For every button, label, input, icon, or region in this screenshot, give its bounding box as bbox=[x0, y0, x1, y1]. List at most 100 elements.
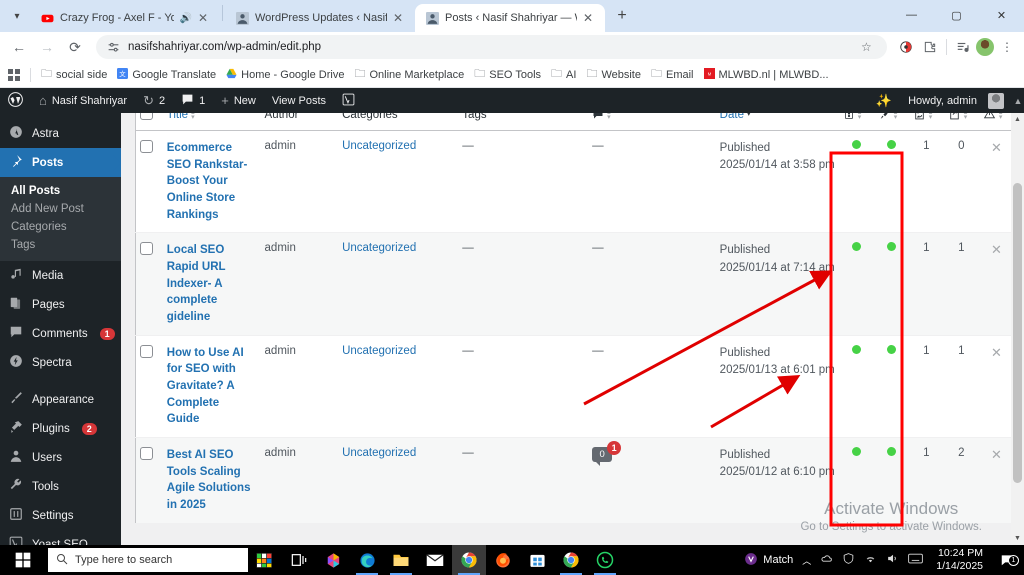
shield-icon[interactable] bbox=[842, 552, 855, 568]
rubiks-cube-icon[interactable] bbox=[248, 545, 282, 575]
row-readability-cell[interactable] bbox=[838, 232, 874, 336]
edge-icon[interactable] bbox=[350, 545, 384, 575]
new-content-menu[interactable]: + New bbox=[213, 88, 264, 113]
post-title-link[interactable]: Local SEO Rapid URL Indexer- A complete … bbox=[167, 242, 255, 325]
view-posts-menu[interactable]: View Posts bbox=[264, 88, 334, 113]
chrome-icon[interactable] bbox=[452, 545, 486, 575]
post-title-link[interactable]: Ecommerce SEO Rankstar- Boost Your Onlin… bbox=[167, 140, 255, 223]
puzzle-extensions-icon[interactable] bbox=[919, 36, 941, 58]
ai-assistant-menu[interactable]: ✨ bbox=[868, 88, 900, 113]
kebab-menu-icon[interactable]: ⋮ bbox=[996, 36, 1018, 58]
bookmark-website[interactable]: 🗀 Website bbox=[586, 65, 641, 84]
browser-tab-wordpress-updates[interactable]: WordPress Updates ‹ Nasif Shah ✕ bbox=[225, 4, 415, 32]
forward-button[interactable]: → bbox=[34, 34, 60, 60]
row-close-cell[interactable]: ✕ bbox=[978, 130, 1014, 234]
row-checkbox-cell[interactable] bbox=[135, 335, 163, 439]
row-seo-cell[interactable] bbox=[873, 130, 909, 234]
scroll-up-arrow-icon[interactable]: ▲ bbox=[1011, 113, 1024, 126]
browser-tab-posts-active[interactable]: Posts ‹ Nasif Shahriyar — Word ✕ bbox=[415, 4, 605, 32]
profile-avatar-icon[interactable] bbox=[976, 38, 994, 56]
table-row[interactable]: How to Use AI for SEO with Gravitate? A … bbox=[135, 335, 1023, 439]
row-seo-cell[interactable] bbox=[873, 232, 909, 336]
mail-icon[interactable] bbox=[418, 545, 452, 575]
tab-mute-icon[interactable]: 🔊 bbox=[180, 13, 192, 24]
bookmark-online-marketplace[interactable]: 🗀 Online Marketplace bbox=[354, 65, 464, 84]
row-checkbox-cell[interactable] bbox=[135, 232, 163, 336]
row-checkbox-cell[interactable] bbox=[135, 437, 163, 524]
post-title-link[interactable]: Best AI SEO Tools Scaling Agile Solution… bbox=[167, 447, 255, 514]
sidebar-item-add-new-post[interactable]: Add New Post bbox=[0, 200, 121, 218]
sidebar-item-spectra[interactable]: Spectra bbox=[0, 348, 121, 377]
sidebar-item-yoast-seo[interactable]: Yoast SEO bbox=[0, 530, 121, 545]
bookmark-google-translate[interactable]: 文 Google Translate bbox=[117, 67, 216, 82]
tune-icon[interactable] bbox=[106, 40, 120, 54]
bookmark-home-google-drive[interactable]: Home - Google Drive bbox=[226, 68, 344, 82]
address-bar[interactable]: nasifshahriyar.com/wp-admin/edit.php ☆ bbox=[96, 35, 887, 59]
table-row[interactable]: Best AI SEO Tools Scaling Agile Solution… bbox=[135, 437, 1023, 524]
row-checkbox-cell[interactable] bbox=[135, 130, 163, 234]
scrollbar-thumb[interactable] bbox=[1013, 183, 1022, 483]
row-checkbox[interactable] bbox=[140, 242, 153, 256]
comments-menu[interactable]: 1 bbox=[173, 88, 213, 113]
sidebar-item-tools[interactable]: Tools bbox=[0, 472, 121, 501]
star-icon[interactable]: ☆ bbox=[861, 40, 877, 54]
chrome-icon[interactable] bbox=[554, 545, 588, 575]
reload-button[interactable]: ⟳ bbox=[62, 34, 88, 60]
taskbar-clock[interactable]: 10:24 PM 1/14/2025 bbox=[932, 547, 987, 573]
minimize-button[interactable]: — bbox=[889, 0, 934, 30]
onedrive-icon[interactable] bbox=[820, 552, 833, 568]
row-seo-cell[interactable] bbox=[873, 437, 909, 524]
sidebar-item-settings[interactable]: Settings bbox=[0, 501, 121, 530]
yoast-menu[interactable] bbox=[334, 88, 363, 113]
volume-icon[interactable] bbox=[886, 552, 899, 568]
office-icon[interactable] bbox=[316, 545, 350, 575]
category-link[interactable]: Uncategorized bbox=[342, 140, 416, 152]
new-tab-button[interactable]: + bbox=[609, 3, 635, 29]
sidebar-item-pages[interactable]: Pages bbox=[0, 290, 121, 319]
taskbar-search-box[interactable]: Type here to search bbox=[48, 548, 248, 572]
sort-arrow-down-icon[interactable]: ▾ bbox=[747, 111, 751, 118]
whatsapp-icon[interactable] bbox=[588, 545, 622, 575]
extension-shield-icon[interactable] bbox=[895, 36, 917, 58]
bookmark-social-side[interactable]: 🗀 social side bbox=[41, 65, 107, 84]
sidebar-item-all-posts[interactable]: All Posts bbox=[0, 182, 121, 200]
sidebar-item-comments[interactable]: Comments 1 bbox=[0, 319, 121, 348]
media-playlist-icon[interactable] bbox=[952, 36, 974, 58]
row-close-cell[interactable]: ✕ bbox=[978, 437, 1014, 524]
chevron-up-icon[interactable]: ︿ bbox=[802, 554, 811, 567]
post-title-link[interactable]: How to Use AI for SEO with Gravitate? A … bbox=[167, 345, 255, 428]
site-name-menu[interactable]: ⌂ Nasif Shahriyar bbox=[31, 88, 135, 113]
row-seo-cell[interactable] bbox=[873, 335, 909, 439]
tab-close-icon[interactable]: ✕ bbox=[393, 12, 407, 24]
sidebar-item-categories[interactable]: Categories bbox=[0, 218, 121, 236]
sidebar-item-plugins[interactable]: Plugins 2 bbox=[0, 414, 121, 443]
bookmark-seo-tools[interactable]: 🗀 SEO Tools bbox=[474, 65, 541, 84]
apps-grid-icon[interactable] bbox=[8, 68, 20, 81]
sidebar-item-tags[interactable]: Tags bbox=[0, 236, 121, 254]
category-link[interactable]: Uncategorized bbox=[342, 345, 416, 357]
maximize-button[interactable]: ▢ bbox=[934, 0, 979, 30]
row-readability-cell[interactable] bbox=[838, 437, 874, 524]
bookmark-email[interactable]: 🗀 Email bbox=[651, 65, 694, 84]
browser-tab-youtube[interactable]: Crazy Frog - Axel F - YouTube 🔊 ✕ bbox=[30, 4, 220, 32]
comment-count-bubble[interactable]: 0 1 bbox=[592, 441, 622, 463]
row-close-cell[interactable]: ✕ bbox=[978, 232, 1014, 336]
firefox-icon[interactable] bbox=[486, 545, 520, 575]
sidebar-item-appearance[interactable]: Appearance bbox=[0, 385, 121, 414]
row-checkbox[interactable] bbox=[140, 344, 153, 358]
row-checkbox[interactable] bbox=[140, 140, 153, 153]
category-link[interactable]: Uncategorized bbox=[342, 242, 416, 254]
close-icon[interactable]: ✕ bbox=[991, 242, 1002, 257]
wp-logo-menu[interactable] bbox=[0, 88, 31, 113]
windows-start-icon[interactable] bbox=[0, 545, 46, 575]
bookmark-ai[interactable]: 🗀 AI bbox=[551, 65, 576, 84]
sidebar-item-astra[interactable]: Astra bbox=[0, 119, 121, 148]
task-view-icon[interactable] bbox=[282, 545, 316, 575]
close-window-button[interactable]: ✕ bbox=[979, 0, 1024, 30]
row-readability-cell[interactable] bbox=[838, 335, 874, 439]
close-icon[interactable]: ✕ bbox=[991, 140, 1002, 155]
tab-close-icon[interactable]: ✕ bbox=[198, 12, 212, 24]
tab-close-icon[interactable]: ✕ bbox=[583, 12, 597, 24]
tab-search-chevron-icon[interactable]: ▾ bbox=[4, 3, 30, 29]
keyboard-icon[interactable] bbox=[908, 552, 924, 568]
